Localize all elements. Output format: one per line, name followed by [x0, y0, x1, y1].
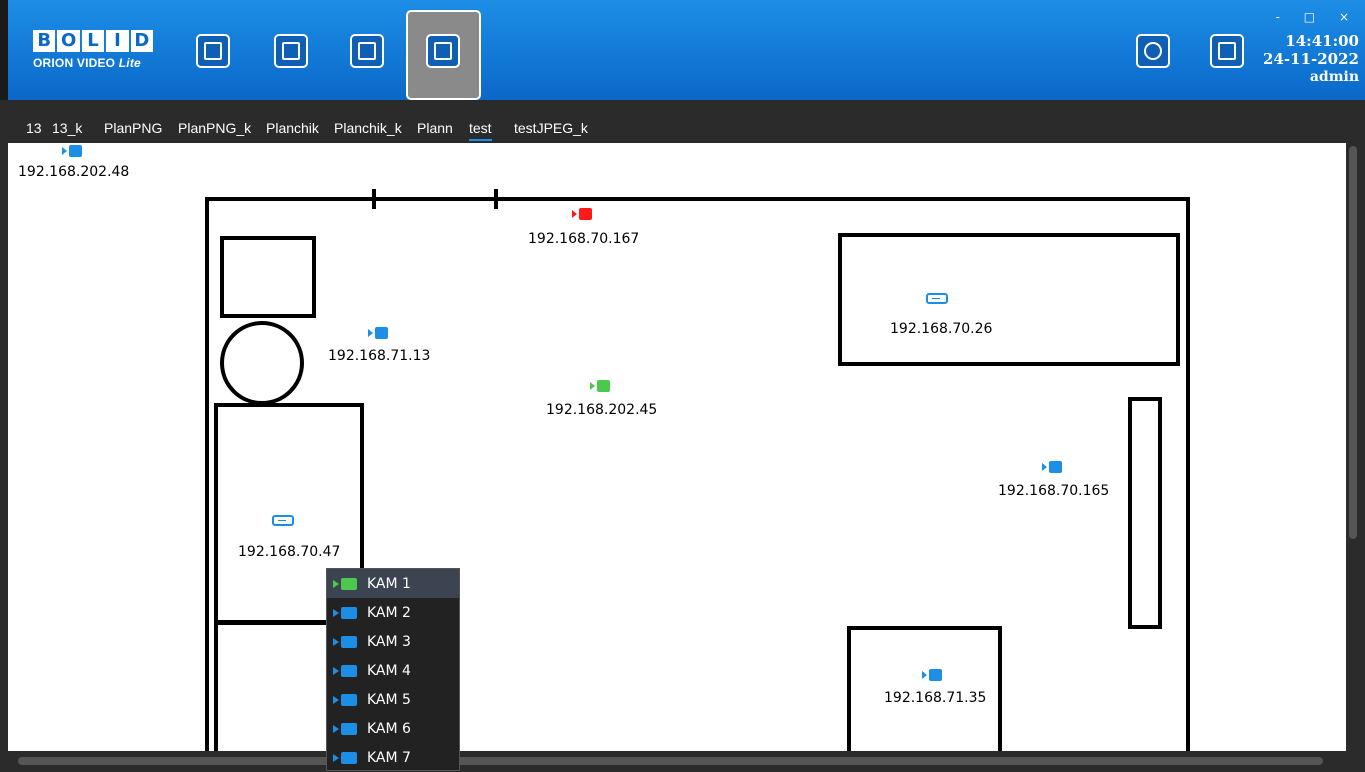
- date-text: 24-11-2022: [1263, 50, 1359, 68]
- document-search-icon: [358, 42, 376, 60]
- floor-plan-icon: [434, 42, 452, 60]
- tab-planpng[interactable]: PlanPNG: [104, 120, 162, 136]
- camera-icon: [333, 606, 357, 619]
- tab-plann[interactable]: Plann: [417, 120, 453, 136]
- menu-item-kam-4[interactable]: KAM 4: [327, 656, 459, 685]
- recorder-label: 192.168.70.26: [890, 321, 993, 337]
- plan-tabs: 13 13_k PlanPNG PlanPNG_k Planchik Planc…: [0, 112, 1365, 143]
- tab-planpng-k[interactable]: PlanPNG_k: [178, 120, 251, 136]
- camera-label: 192.168.71.13: [328, 348, 431, 364]
- horizontal-scroll-thumb[interactable]: [18, 757, 1323, 765]
- floor-plan-canvas[interactable]: 192.168.202.48 192.168.70.167 192.168.71…: [8, 143, 1346, 751]
- camera-label: 192.168.70.167: [528, 231, 640, 247]
- add-window-icon: [1218, 42, 1236, 60]
- camera-label: 192.168.70.165: [998, 483, 1110, 499]
- settings-button[interactable]: [1136, 34, 1170, 68]
- logo-mark: BOLID: [33, 30, 154, 52]
- menu-item-kam-5[interactable]: KAM 5: [327, 685, 459, 714]
- camera-label: 192.168.202.48: [18, 164, 130, 180]
- recorder-icon[interactable]: [926, 293, 948, 304]
- camera-icon: [333, 722, 357, 735]
- camera-icon: [333, 577, 357, 590]
- add-window-button[interactable]: [1210, 34, 1244, 68]
- time-text: 14:41:00: [1285, 32, 1359, 50]
- menu-item-kam-3[interactable]: KAM 3: [327, 627, 459, 656]
- camera-icon[interactable]: [62, 145, 82, 157]
- camera-label: 192.168.71.35: [884, 690, 987, 706]
- user-name: admin: [1309, 69, 1359, 85]
- menu-item-kam-2[interactable]: KAM 2: [327, 598, 459, 627]
- camera-view-button[interactable]: [196, 34, 230, 68]
- tab-planchik-k[interactable]: Planchik_k: [334, 120, 402, 136]
- tab-testjpeg-k[interactable]: testJPEG_k: [514, 120, 588, 136]
- camera-icon: [333, 751, 357, 764]
- recorder-camera-menu: KAM 1 KAM 2 KAM 3 KAM 4 KAM 5 KAM 6 KAM …: [326, 568, 460, 771]
- room-small: [220, 236, 316, 318]
- camera-icon: [333, 664, 357, 677]
- tab-planchik[interactable]: Planchik: [266, 120, 319, 136]
- camera-icon: [333, 635, 357, 648]
- camera-label: 192.168.202.45: [546, 402, 658, 418]
- camera-icon[interactable]: [572, 208, 592, 220]
- recorder-label: 192.168.70.47: [238, 544, 341, 560]
- round-column: [220, 321, 304, 405]
- window-frame: [0, 0, 8, 100]
- camera-view-icon: [204, 42, 222, 60]
- recorder-icon[interactable]: [272, 515, 294, 526]
- camera-icon: [333, 693, 357, 706]
- app-logo: BOLID ORION VIDEO Lite: [33, 30, 154, 88]
- menu-item-kam-7[interactable]: KAM 7: [327, 743, 459, 772]
- room-bottom-right: [847, 626, 1002, 751]
- door-mark: [494, 189, 498, 209]
- floor-plan-button[interactable]: [426, 34, 460, 68]
- logo-subtitle: ORION VIDEO Lite: [33, 56, 141, 70]
- camera-icon[interactable]: [590, 380, 610, 392]
- journal-button[interactable]: [350, 34, 384, 68]
- gear-icon: [1144, 42, 1162, 60]
- clapperboard-icon: [282, 42, 300, 60]
- tab-test[interactable]: test: [469, 120, 492, 141]
- camera-icon[interactable]: [922, 669, 942, 681]
- clock: 14:41:00 24-11-2022 admin: [1263, 32, 1359, 86]
- tab-13-k[interactable]: 13_k: [52, 120, 82, 136]
- menu-item-kam-6[interactable]: KAM 6: [327, 714, 459, 743]
- partition-right: [1128, 397, 1162, 629]
- camera-icon[interactable]: [368, 327, 388, 339]
- tab-13[interactable]: 13: [26, 120, 42, 136]
- archive-button[interactable]: [274, 34, 308, 68]
- door-mark: [372, 189, 376, 209]
- window-controls[interactable]: - □ ×: [1276, 10, 1359, 24]
- camera-icon[interactable]: [1042, 461, 1062, 473]
- vertical-scroll-thumb[interactable]: [1349, 146, 1357, 539]
- room-top-right: [838, 233, 1180, 366]
- menu-item-kam-1[interactable]: KAM 1: [327, 569, 459, 598]
